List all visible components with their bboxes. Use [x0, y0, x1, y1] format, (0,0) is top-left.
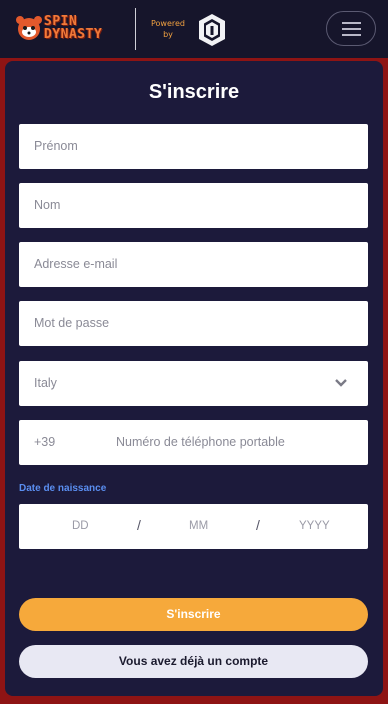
dob-year-input[interactable]: YYYY: [299, 519, 330, 534]
signup-submit-button[interactable]: S'inscrire: [19, 598, 368, 631]
last-name-placeholder: Nom: [34, 198, 61, 212]
first-name-placeholder: Prénom: [34, 139, 78, 153]
menu-bar-icon: [342, 34, 361, 36]
spin-dynasty-logo[interactable]: SPIN DYNASTY: [14, 12, 124, 44]
password-input[interactable]: Mot de passe: [19, 301, 368, 346]
menu-bar-icon: [342, 22, 361, 24]
signup-title: S'inscrire: [148, 81, 240, 103]
chevron-down-icon: [335, 379, 347, 387]
dob-input-group: DD / MM / YYYY: [19, 504, 368, 549]
dob-label: Date de naissance: [19, 483, 107, 494]
powered-line: Powered: [150, 19, 185, 28]
email-input[interactable]: Adresse e-mail: [19, 242, 368, 287]
top-navigation-bar: SPIN DYNASTY Powered by: [0, 0, 388, 58]
logo-text-dynasty: DYNASTY: [44, 27, 103, 42]
country-select[interactable]: Italy: [19, 361, 368, 406]
first-name-input[interactable]: Prénom: [19, 124, 368, 169]
dob-separator: /: [137, 517, 141, 533]
dob-day-input[interactable]: DD: [72, 519, 89, 534]
phone-input[interactable]: +39 Numéro de téléphone portable: [19, 420, 368, 465]
last-name-input[interactable]: Nom: [19, 183, 368, 228]
powered-by-text: Powered by: [146, 18, 190, 40]
header-divider: [135, 8, 136, 50]
password-placeholder: Mot de passe: [34, 316, 110, 330]
already-have-account-button[interactable]: Vous avez déjà un compte: [19, 645, 368, 678]
red-panda-icon: [16, 16, 42, 40]
phone-placeholder: Numéro de téléphone portable: [116, 435, 285, 449]
phone-dial-code[interactable]: +39: [34, 435, 55, 450]
country-value: Italy: [34, 376, 57, 390]
dob-separator: /: [256, 517, 260, 533]
shield-logo-icon: [199, 14, 225, 46]
dob-month-input[interactable]: MM: [189, 519, 208, 534]
by-line: by: [163, 30, 173, 39]
hamburger-menu-button[interactable]: [326, 11, 376, 46]
menu-bar-icon: [342, 28, 361, 30]
email-placeholder: Adresse e-mail: [34, 257, 118, 271]
